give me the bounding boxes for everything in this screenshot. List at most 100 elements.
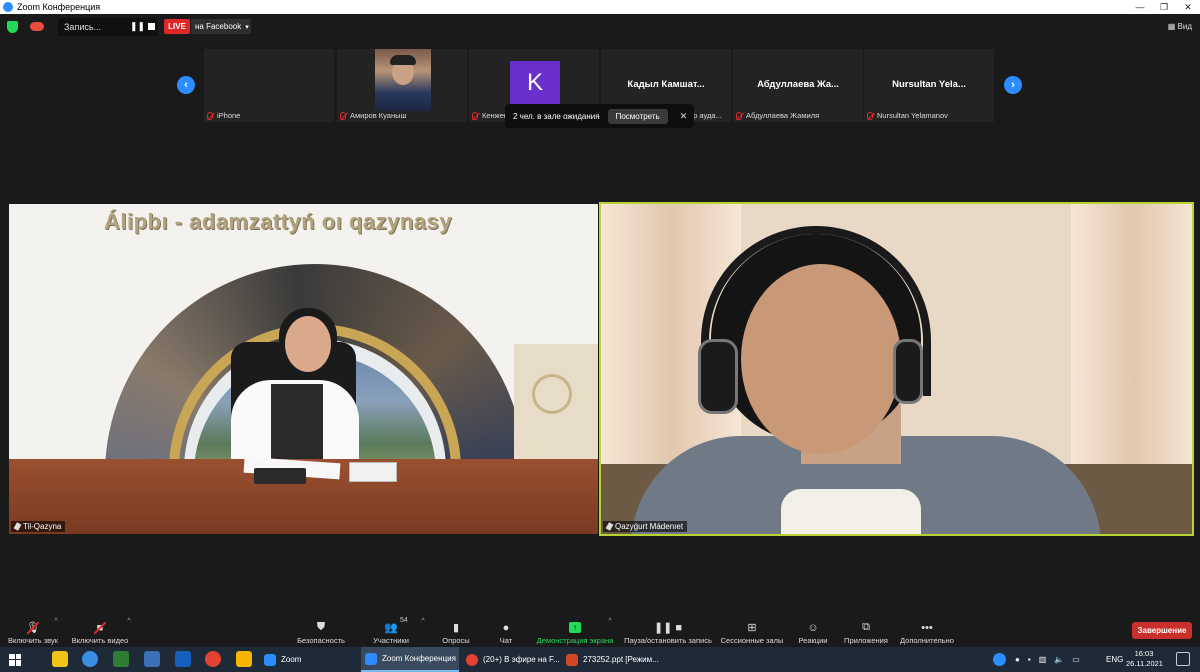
app-icon[interactable] — [113, 651, 129, 667]
powerpoint-icon — [566, 653, 578, 666]
zoom-icon — [365, 652, 377, 665]
shield-icon: ⛊ — [316, 621, 326, 633]
chat-button[interactable]: ● Чат — [494, 614, 518, 647]
video-options-caret[interactable]: ^ — [125, 614, 133, 647]
pause-recording-label: Пауза/остановить запись — [624, 636, 712, 645]
view-button[interactable]: ▦ Вид — [1168, 22, 1192, 31]
video-tile-qazygurt-madeniet[interactable]: Qazyǵurt Mádenıet — [599, 202, 1194, 536]
windows-logo-icon — [9, 653, 21, 666]
participant-display-name: Nursultan Yela... — [892, 79, 966, 90]
participant-display-name: Абдуллаева Жа... — [757, 79, 839, 90]
security-label: Безопасность — [297, 636, 345, 645]
close-icon[interactable]: ✕ — [680, 111, 688, 122]
microphone-base — [254, 468, 306, 484]
close-window-button[interactable]: ✕ — [1176, 2, 1200, 13]
view-waiting-room-button[interactable]: Посмотреть — [607, 108, 668, 124]
participant-video — [375, 49, 431, 111]
vpn-app-icon[interactable] — [175, 651, 191, 667]
windows-taskbar: Zoom Zoom Конференция (20+) В эфире на F… — [0, 647, 1200, 672]
participant-name-tag: Nursultan Yelamanov — [867, 111, 948, 120]
video-name-tag: Qazyǵurt Mádenıet — [603, 521, 688, 532]
taskbar-app-chrome[interactable]: (20+) В эфире на F... — [462, 647, 560, 672]
pause-stop-recording-button[interactable]: ❚❚ ■ Пауза/остановить запись — [622, 614, 714, 647]
breakout-rooms-button[interactable]: ⊞ Сессионные залы — [720, 614, 784, 647]
end-meeting-button[interactable]: Завершение — [1132, 622, 1192, 639]
participants-count: 54 — [400, 617, 408, 624]
folder-icon[interactable] — [236, 651, 252, 667]
minimize-button[interactable]: — — [1128, 2, 1152, 12]
network-icon[interactable]: ▥ — [1039, 655, 1047, 664]
speaker-head — [285, 316, 331, 372]
share-options-caret[interactable]: ^ — [606, 614, 614, 647]
file-explorer-icon[interactable] — [52, 651, 68, 667]
participants-button[interactable]: 👥 54 Участники — [370, 614, 412, 647]
pause-recording-icon[interactable]: ❚❚ — [130, 21, 145, 32]
tray-icon[interactable]: ▭ — [1072, 655, 1080, 664]
more-label: Дополнительно — [900, 636, 954, 645]
livestream-target-label: на Facebook — [195, 22, 242, 31]
video-name-tag: Til-Qazyna — [11, 521, 66, 532]
taskbar-clock[interactable]: 16:03 26.11.2021 — [1126, 649, 1163, 669]
gallery-next-button[interactable]: › — [1004, 76, 1022, 94]
taskbar-app-zoom[interactable]: Zoom — [260, 647, 358, 672]
participant-name-tag: iPhone — [207, 111, 240, 120]
tray-icon[interactable]: ▪ — [1028, 655, 1031, 664]
participants-options-caret[interactable]: ^ — [419, 614, 427, 647]
apps-button[interactable]: ⧉ Приложения — [842, 614, 890, 647]
participant-name: Абдуллаева Жамиля — [746, 111, 820, 120]
polls-button[interactable]: ▮ Опросы — [440, 614, 472, 647]
chat-label: Чат — [499, 636, 513, 645]
video-tile-til-qazyna[interactable]: Álipbı - adamzattyń oı qazynasy Til-Qazy… — [9, 204, 598, 534]
chevron-down-icon: ▾ — [245, 23, 249, 31]
zoom-logo-icon — [3, 2, 13, 12]
reactions-label: Реакции — [798, 636, 828, 645]
participant-thumb-amirov[interactable]: Амиров Куаныш — [337, 49, 467, 122]
taskbar-app-label: Zoom Конференция — [382, 654, 456, 663]
microphone-muted-icon: 🎙 — [26, 622, 40, 634]
participant-thumb-iphone[interactable]: iPhone — [204, 49, 334, 122]
security-button[interactable]: ⛊ Безопасность — [294, 614, 348, 647]
participant-thumb-nursultan[interactable]: Nursultan Yela... Nursultan Yelamanov — [864, 49, 994, 122]
tray-icon[interactable]: ● — [1015, 655, 1020, 664]
audio-options-caret[interactable]: ^ — [52, 614, 60, 647]
clock-date: 26.11.2021 — [1126, 659, 1163, 668]
more-button[interactable]: ••• Дополнительно — [898, 614, 956, 647]
participant-name: Амиров Куаныш — [350, 111, 407, 120]
language-indicator[interactable]: ENG — [1106, 647, 1123, 672]
zoom-icon — [264, 653, 276, 666]
video-participant-name: Til-Qazyna — [23, 522, 62, 531]
taskbar-app-label: Zoom — [281, 655, 302, 664]
taskbar-app-label: (20+) В эфире на F... — [483, 655, 560, 664]
zoom-tray-icon[interactable] — [993, 653, 1006, 666]
participant-name-tag: Амиров Куаныш — [340, 111, 407, 120]
maximize-button[interactable]: ❐ — [1152, 2, 1176, 13]
notifications-icon[interactable] — [1176, 652, 1190, 666]
stop-recording-icon[interactable] — [148, 23, 155, 30]
livestream-target-dropdown[interactable]: на Facebook ▾ — [191, 19, 251, 34]
headset-earcup-left — [698, 339, 738, 414]
video-participant-name: Qazyǵurt Mádenıet — [615, 522, 684, 531]
video-camera-off-icon: ■ — [94, 622, 106, 634]
chrome-icon[interactable] — [205, 651, 221, 667]
settings-gear-icon[interactable] — [82, 651, 98, 667]
share-screen-button[interactable]: ↑ Демонстрация экрана — [535, 614, 615, 647]
start-video-button[interactable]: ■ Включить видео — [70, 614, 130, 647]
app-icon[interactable] — [144, 651, 160, 667]
participant-thumb-abdullaeva[interactable]: Абдуллаева Жа... Абдуллаева Жамиля — [733, 49, 863, 122]
taskbar-app-powerpoint[interactable]: 273252.ppt [Режим... — [562, 647, 660, 672]
gallery-prev-button[interactable]: ‹ — [177, 76, 195, 94]
start-button[interactable] — [0, 647, 30, 672]
pause-stop-icon: ❚❚ ■ — [653, 622, 683, 634]
chevron-up-icon: ^ — [127, 618, 131, 625]
polls-chart-icon: ▮ — [452, 622, 460, 634]
polls-label: Опросы — [442, 636, 470, 645]
apps-label: Приложения — [844, 636, 888, 645]
pin-icon — [13, 522, 22, 531]
encryption-shield-icon[interactable] — [7, 21, 18, 33]
chevron-up-icon: ^ — [608, 618, 612, 625]
volume-icon[interactable]: 🔈 — [1054, 655, 1064, 664]
mic-muted-icon — [207, 111, 213, 120]
reactions-button[interactable]: ☺ Реакции — [796, 614, 830, 647]
participant-name: Nursultan Yelamanov — [877, 111, 948, 120]
taskbar-app-zoom-meeting[interactable]: Zoom Конференция — [361, 647, 459, 672]
